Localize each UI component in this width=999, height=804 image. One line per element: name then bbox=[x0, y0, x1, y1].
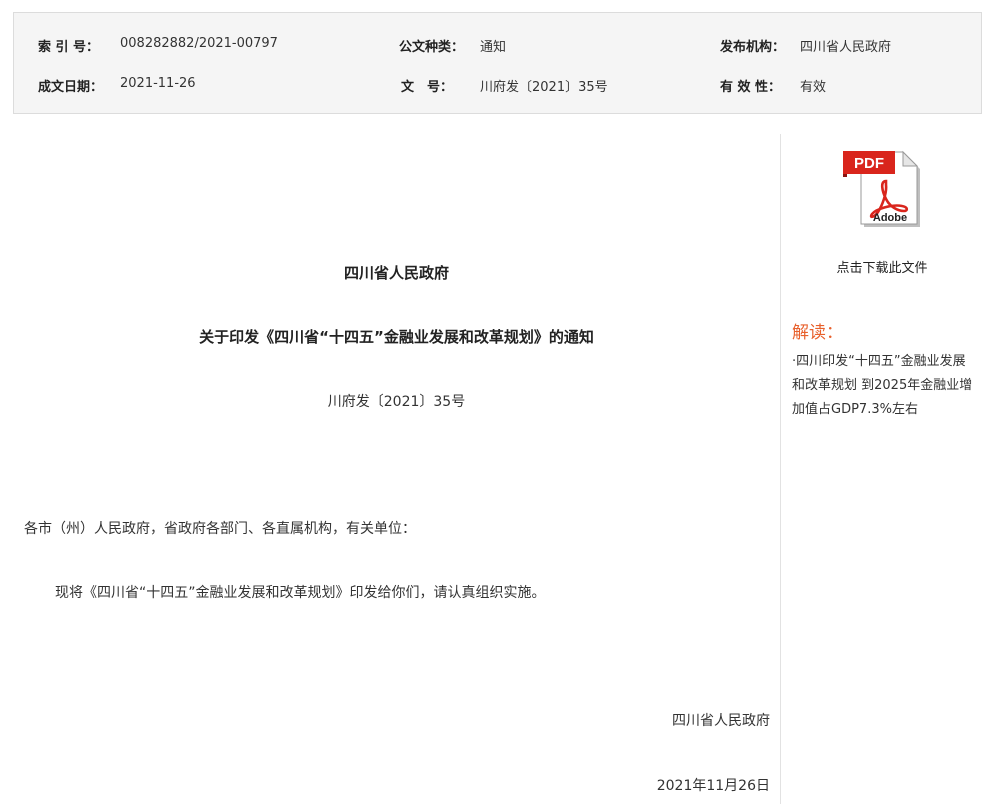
sidebar: PDF Adobe 点击下载此文件 解读： ·四川印发“十四五”金融业发展和改革… bbox=[781, 134, 999, 804]
category-label: 公文种类： bbox=[399, 40, 465, 55]
pdf-file-icon[interactable]: PDF Adobe bbox=[842, 147, 922, 229]
publisher-label: 发布机构： bbox=[720, 40, 786, 55]
document-number: 川府发〔2021〕35号 bbox=[327, 394, 466, 410]
validity-value: 有效 bbox=[800, 80, 827, 95]
pdf-icon-brand: Adobe bbox=[873, 212, 907, 224]
document-content: 四川省人民政府 关于印发《四川省“十四五”金融业发展和改革规划》的通知 川府发〔… bbox=[14, 134, 779, 804]
download-file-link[interactable]: 点击下载此文件 bbox=[781, 257, 983, 276]
document-issuer: 四川省人民政府 bbox=[343, 264, 449, 282]
docno-label: 文 号： bbox=[401, 80, 454, 95]
document-signer: 四川省人民政府 bbox=[672, 713, 770, 729]
docno-value: 川府发〔2021〕35号 bbox=[480, 80, 608, 95]
document-metadata-panel: 索 引 号： 008282882/2021-00797 公文种类： 通知 发布机… bbox=[13, 12, 982, 114]
date-label: 成文日期： bbox=[38, 80, 104, 95]
document-title: 关于印发《四川省“十四五”金融业发展和改革规划》的通知 bbox=[199, 328, 594, 346]
interpretation-link[interactable]: ·四川印发“十四五”金融业发展和改革规划 到2025年金融业增加值占GDP7.3… bbox=[792, 350, 977, 422]
document-salutation: 各市（州）人民政府，省政府各部门、各直属机构，有关单位： bbox=[24, 521, 416, 537]
page: 索 引 号： 008282882/2021-00797 公文种类： 通知 发布机… bbox=[0, 0, 999, 804]
pdf-icon-text: PDF bbox=[854, 155, 884, 172]
date-value: 2021-11-26 bbox=[120, 76, 196, 91]
publisher-value: 四川省人民政府 bbox=[800, 40, 892, 55]
validity-label: 有 效 性： bbox=[720, 80, 782, 95]
category-value: 通知 bbox=[480, 40, 507, 55]
document-date: 2021年11月26日 bbox=[656, 778, 770, 794]
index-value: 008282882/2021-00797 bbox=[120, 36, 278, 51]
document-body: 现将《四川省“十四五”金融业发展和改革规划》印发给你们，请认真组织实施。 bbox=[55, 585, 546, 601]
interpretation-heading: 解读： bbox=[792, 323, 843, 343]
index-label: 索 引 号： bbox=[38, 40, 100, 55]
